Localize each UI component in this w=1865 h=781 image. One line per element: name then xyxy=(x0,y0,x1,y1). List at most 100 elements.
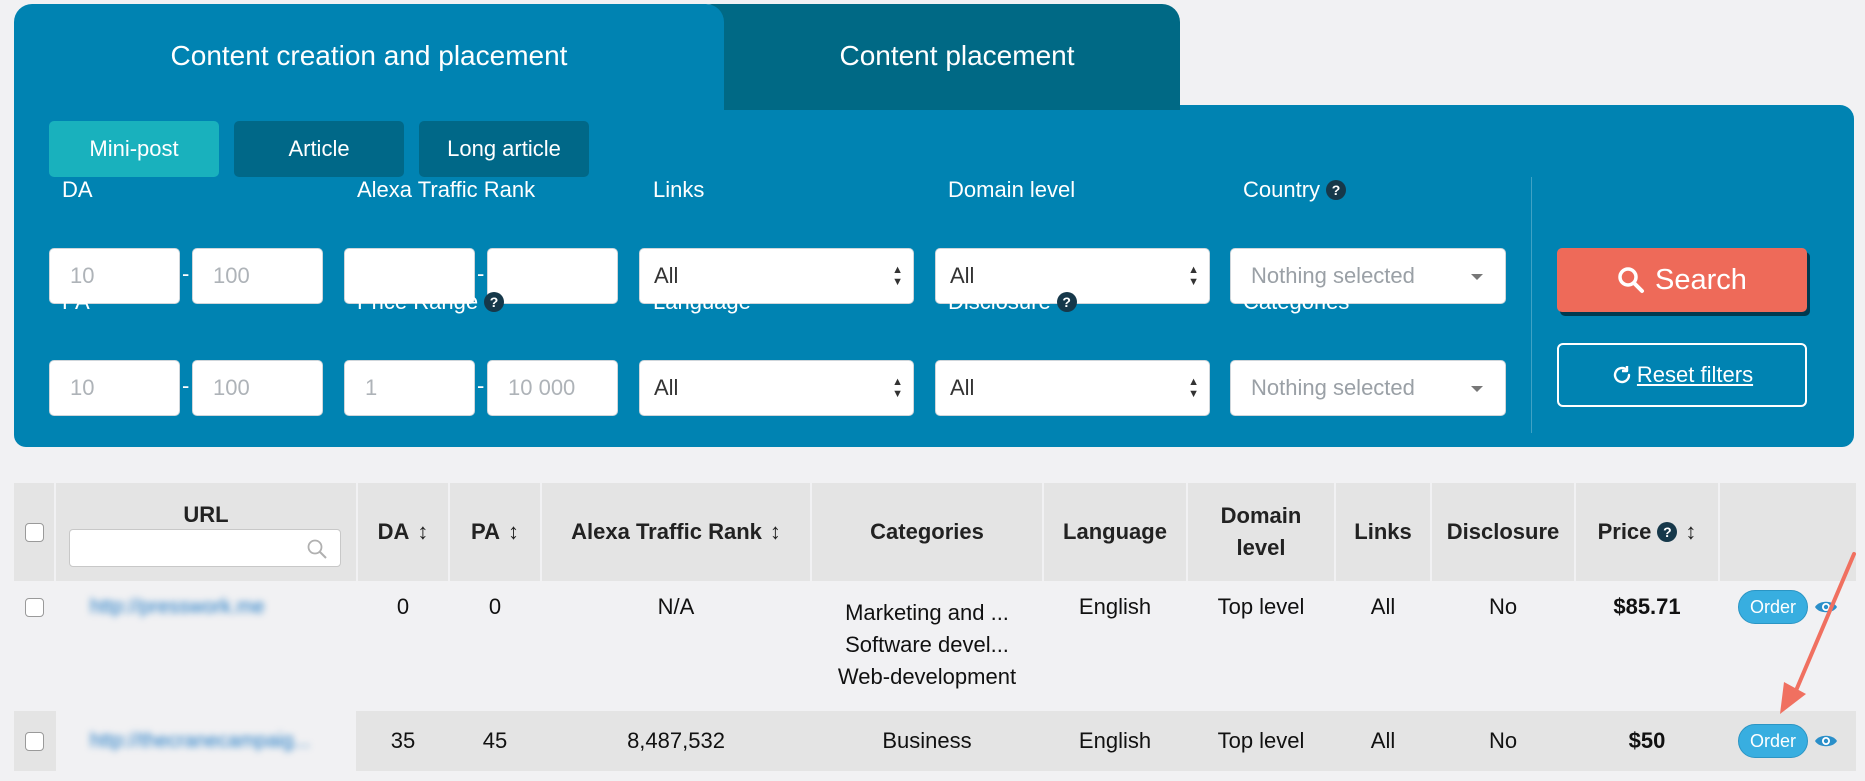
tab-content-creation-and-placement[interactable]: Content creation and placement xyxy=(14,4,724,110)
search-button[interactable]: Search xyxy=(1557,248,1807,312)
panel-divider xyxy=(1531,177,1532,433)
price-header[interactable]: Price? ↕ xyxy=(1576,483,1718,581)
eye-icon[interactable] xyxy=(1814,733,1838,749)
pa-label: PA xyxy=(62,289,90,314)
da-header[interactable]: DA ↕ xyxy=(358,483,448,581)
alexa-header[interactable]: Alexa Traffic Rank ↕ xyxy=(542,483,810,581)
disclosure-select[interactable]: All ▲ ▼ xyxy=(935,360,1210,416)
row-select-cell xyxy=(14,583,54,631)
range-dash: - xyxy=(477,373,485,398)
pa-header[interactable]: PA ↕ xyxy=(450,483,540,581)
da-max-input[interactable]: 100 xyxy=(192,248,323,304)
da-cell: 35 xyxy=(390,728,416,753)
pa-max-input[interactable]: 100 xyxy=(192,360,323,416)
range-dash: - xyxy=(477,261,485,286)
disclosure-label: Disclosure? xyxy=(948,289,1077,315)
url-cell: http://presswork.me xyxy=(56,583,356,631)
reset-filters-button[interactable]: Reset filters xyxy=(1557,343,1807,407)
categories-cell: Marketing and ... Software devel... Web-… xyxy=(837,600,1017,689)
reset-button-label: Reset filters xyxy=(1636,362,1754,387)
tab-label: Content creation and placement xyxy=(170,40,568,71)
select-all-cell xyxy=(14,483,54,581)
disclosure-header: Disclosure xyxy=(1432,483,1574,581)
select-arrows-icon: ▲ ▼ xyxy=(1188,264,1199,288)
refresh-icon xyxy=(1613,366,1631,384)
language-header: Language xyxy=(1044,483,1186,581)
subtab-article[interactable]: Article xyxy=(234,121,404,177)
price-cell: $50 xyxy=(1628,728,1666,753)
select-all-checkbox[interactable] xyxy=(24,522,44,542)
caret-down-icon xyxy=(1471,274,1483,280)
order-button[interactable]: Order xyxy=(1738,724,1808,758)
row-select-cell xyxy=(14,711,54,771)
help-icon[interactable]: ? xyxy=(484,292,505,312)
caret-down-icon xyxy=(1471,386,1483,392)
price-min-input[interactable]: 1 xyxy=(344,360,475,416)
content-type-tabs: Mini-post Article Long article xyxy=(49,121,604,177)
site-link[interactable]: http://presswork.me xyxy=(90,596,265,619)
search-icon xyxy=(1618,267,1645,293)
help-icon[interactable]: ? xyxy=(1326,180,1347,200)
select-arrows-icon: ▲ ▼ xyxy=(1188,376,1199,400)
domain-level-label: Domain level xyxy=(948,177,1076,202)
domain-level-cell: Top level xyxy=(1217,594,1305,619)
help-icon[interactable]: ? xyxy=(1657,522,1678,542)
language-select[interactable]: All ▲ ▼ xyxy=(639,360,914,416)
tab-content-placement[interactable]: Content placement xyxy=(694,4,1180,110)
actions-cell: Order xyxy=(1720,711,1856,771)
row-checkbox[interactable] xyxy=(24,597,44,617)
subtab-long-article[interactable]: Long article xyxy=(419,121,589,177)
annotation-arrow-icon xyxy=(1780,552,1856,714)
select-arrows-icon: ▲ ▼ xyxy=(892,376,903,400)
domain-level-header: Domain level xyxy=(1188,483,1334,581)
subtab-label: Mini-post xyxy=(89,136,179,161)
alexa-label: Alexa Traffic Rank xyxy=(357,177,536,202)
disclosure-cell: No xyxy=(1488,594,1518,619)
sort-icon[interactable]: ↕ xyxy=(1685,516,1696,548)
disclosure-cell: No xyxy=(1488,728,1518,753)
tab-label: Content placement xyxy=(839,40,1075,71)
links-label: Links xyxy=(653,177,705,202)
da-cell: 0 xyxy=(396,594,410,619)
sort-icon[interactable]: ↕ xyxy=(770,516,781,548)
help-icon[interactable]: ? xyxy=(1056,292,1077,312)
range-dash: - xyxy=(182,261,190,286)
row-checkbox[interactable] xyxy=(24,731,44,751)
price-max-input[interactable]: 10 000 xyxy=(487,360,618,416)
site-link[interactable]: http://thecranecampaig... xyxy=(90,730,310,753)
filter-panel: Mini-post Article Long article DA Alexa … xyxy=(14,105,1854,447)
subtab-label: Article xyxy=(288,136,350,161)
pa-min-input[interactable]: 10 xyxy=(49,360,180,416)
price-range-label: Price Range? xyxy=(357,289,505,315)
pa-cell: 45 xyxy=(482,728,508,753)
pa-cell: 0 xyxy=(488,594,502,619)
select-arrows-icon: ▲ ▼ xyxy=(892,264,903,288)
categories-header: Categories xyxy=(812,483,1042,581)
search-button-label: Search xyxy=(1655,263,1747,296)
sort-icon[interactable]: ↕ xyxy=(508,516,519,548)
alexa-cell: 8,487,532 xyxy=(627,728,725,753)
url-cell: http://thecranecampaig... xyxy=(56,711,356,771)
language-cell: English xyxy=(1078,594,1152,619)
da-label: DA xyxy=(62,177,93,202)
categories-cell: Business xyxy=(882,728,972,753)
price-cell: $85.71 xyxy=(1613,594,1681,619)
country-label: Country? xyxy=(1243,177,1347,203)
alexa-cell: N/A xyxy=(657,594,695,619)
language-cell: English xyxy=(1078,728,1152,753)
language-label: Language xyxy=(653,289,751,314)
subtab-mini-post[interactable]: Mini-post xyxy=(49,121,219,177)
subtab-label: Long article xyxy=(447,136,561,161)
links-cell: All xyxy=(1370,594,1396,619)
sort-icon[interactable]: ↕ xyxy=(417,516,428,548)
links-header: Links xyxy=(1336,483,1430,581)
alexa-max-input[interactable] xyxy=(487,248,618,304)
range-dash: - xyxy=(182,373,190,398)
main-tabs: Content creation and placement Content p… xyxy=(14,4,1180,110)
url-header: URL xyxy=(56,483,356,581)
categories-label: Categories xyxy=(1243,289,1350,314)
search-icon xyxy=(307,539,327,559)
url-search-input[interactable] xyxy=(69,529,341,567)
categories-multiselect[interactable]: Nothing selected xyxy=(1230,360,1506,416)
links-cell: All xyxy=(1370,728,1396,753)
